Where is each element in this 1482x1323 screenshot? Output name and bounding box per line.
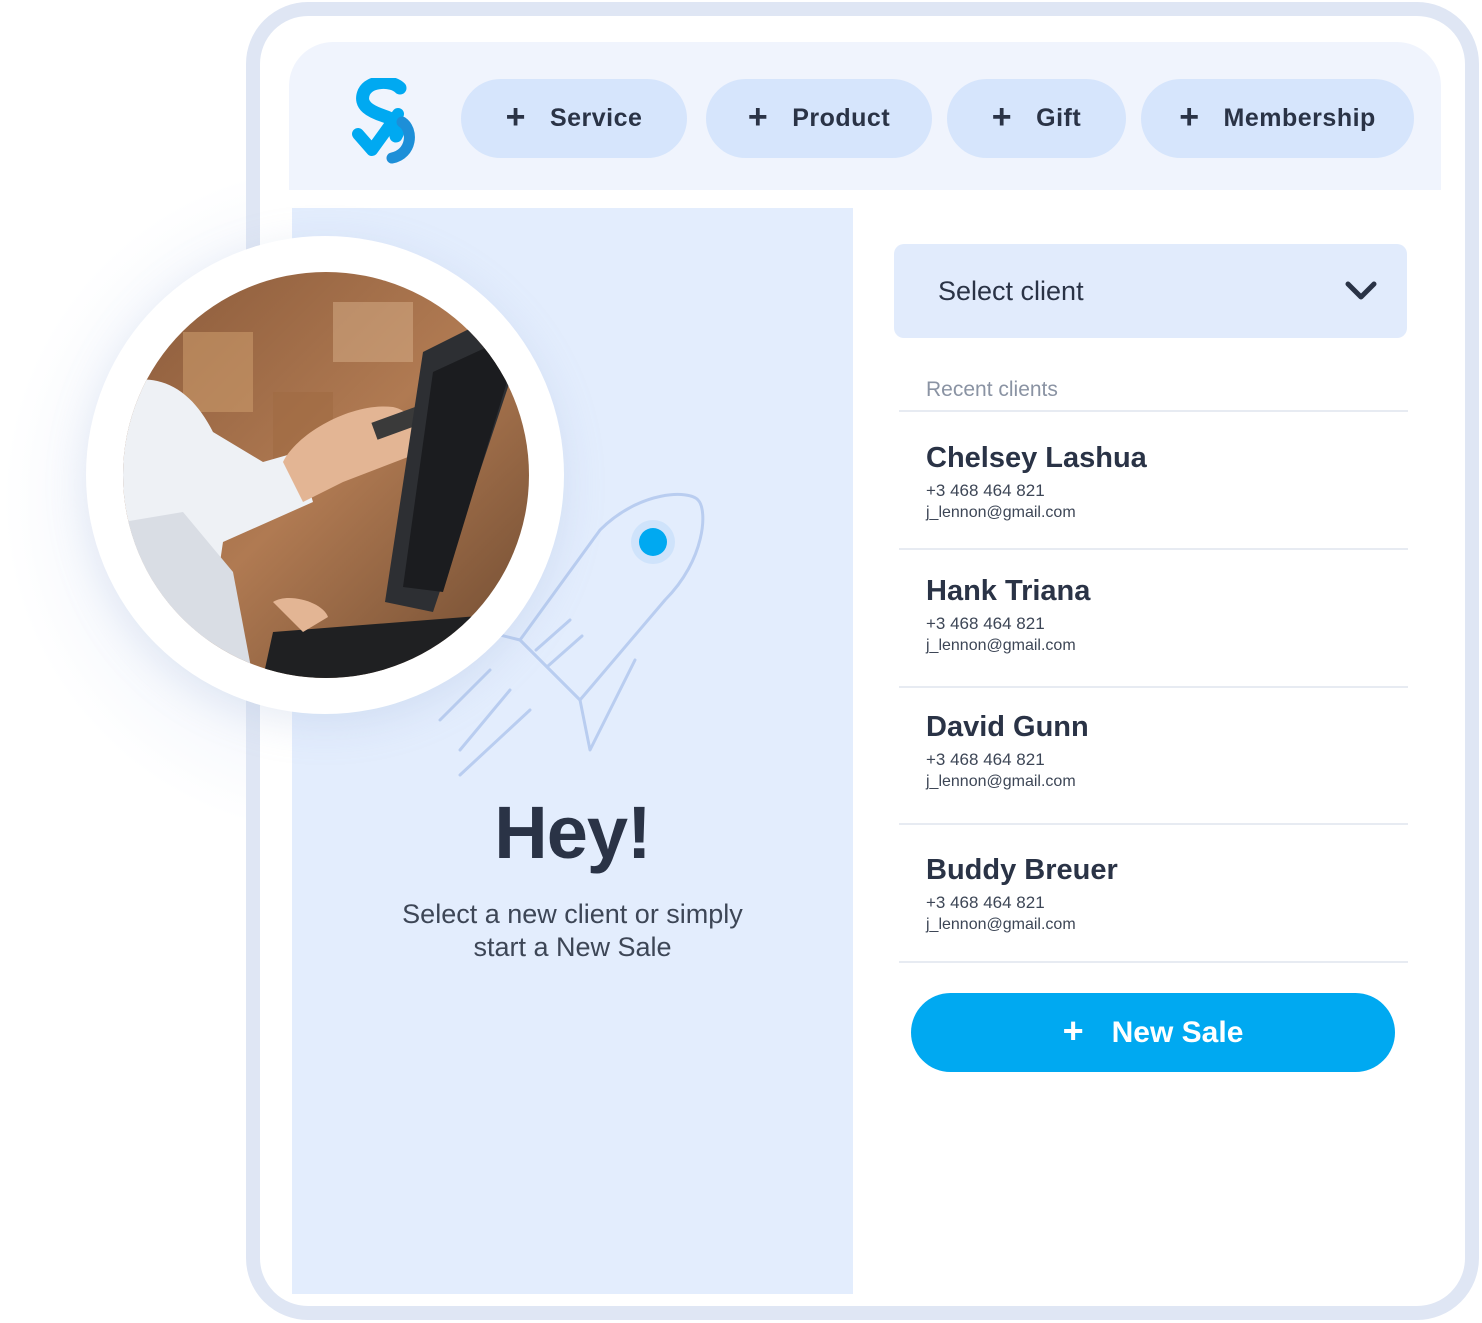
add-membership-button[interactable]: + Membership: [1141, 79, 1414, 158]
add-gift-button[interactable]: + Gift: [947, 79, 1126, 158]
client-item[interactable]: Buddy Breuer +3 468 464 821 j_lennon@gma…: [926, 854, 1118, 934]
divider: [899, 548, 1408, 550]
client-select-dropdown[interactable]: Select client: [894, 244, 1407, 338]
brand-logo-icon: [352, 78, 415, 164]
client-name: David Gunn: [926, 711, 1089, 743]
client-item[interactable]: David Gunn +3 468 464 821 j_lennon@gmail…: [926, 711, 1089, 791]
divider: [899, 961, 1408, 963]
add-service-button[interactable]: + Service: [461, 79, 687, 158]
welcome-subtitle-line1: Select a new client or simply: [402, 899, 743, 929]
client-item[interactable]: Hank Triana +3 468 464 821 j_lennon@gmai…: [926, 575, 1090, 655]
plus-icon: +: [991, 98, 1013, 136]
cashier-photo: [123, 272, 529, 678]
client-name: Hank Triana: [926, 575, 1091, 607]
welcome-title: Hey!: [494, 791, 651, 874]
client-email: j_lennon@gmail.com: [926, 504, 1076, 521]
add-service-label: Service: [549, 104, 643, 132]
plus-icon: +: [747, 98, 769, 136]
client-phone: +3 468 464 821: [926, 893, 1045, 912]
add-product-button[interactable]: + Product: [706, 79, 932, 158]
plus-icon: +: [505, 98, 526, 136]
client-email: j_lennon@gmail.com: [926, 916, 1076, 933]
client-select-placeholder: Select client: [938, 275, 1084, 306]
divider: [899, 823, 1408, 825]
new-sale-button[interactable]: + New Sale: [911, 993, 1395, 1072]
plus-icon: +: [1062, 1010, 1084, 1051]
client-phone: +3 468 464 821: [926, 750, 1045, 769]
client-name: Buddy Breuer: [926, 854, 1118, 886]
divider: [899, 410, 1408, 412]
client-email: j_lennon@gmail.com: [926, 637, 1076, 654]
welcome-subtitle-line2: start a New Sale: [473, 932, 672, 962]
add-membership-label: Membership: [1223, 104, 1376, 132]
new-sale-label: New Sale: [1111, 1015, 1244, 1049]
client-item[interactable]: Chelsey Lashua +3 468 464 821 j_lennon@g…: [926, 442, 1147, 522]
add-product-label: Product: [792, 104, 891, 132]
client-phone: +3 468 464 821: [926, 614, 1045, 633]
client-email: j_lennon@gmail.com: [926, 773, 1076, 790]
recent-clients-heading: Recent clients: [926, 378, 1058, 401]
welcome-subtitle: Select a new client or simply start a Ne…: [352, 898, 793, 964]
client-name: Chelsey Lashua: [926, 442, 1147, 474]
divider: [899, 686, 1408, 688]
chevron-down-icon: [1345, 281, 1377, 300]
client-phone: +3 468 464 821: [926, 481, 1045, 500]
plus-icon: +: [1179, 98, 1200, 136]
add-gift-label: Gift: [1036, 104, 1082, 132]
